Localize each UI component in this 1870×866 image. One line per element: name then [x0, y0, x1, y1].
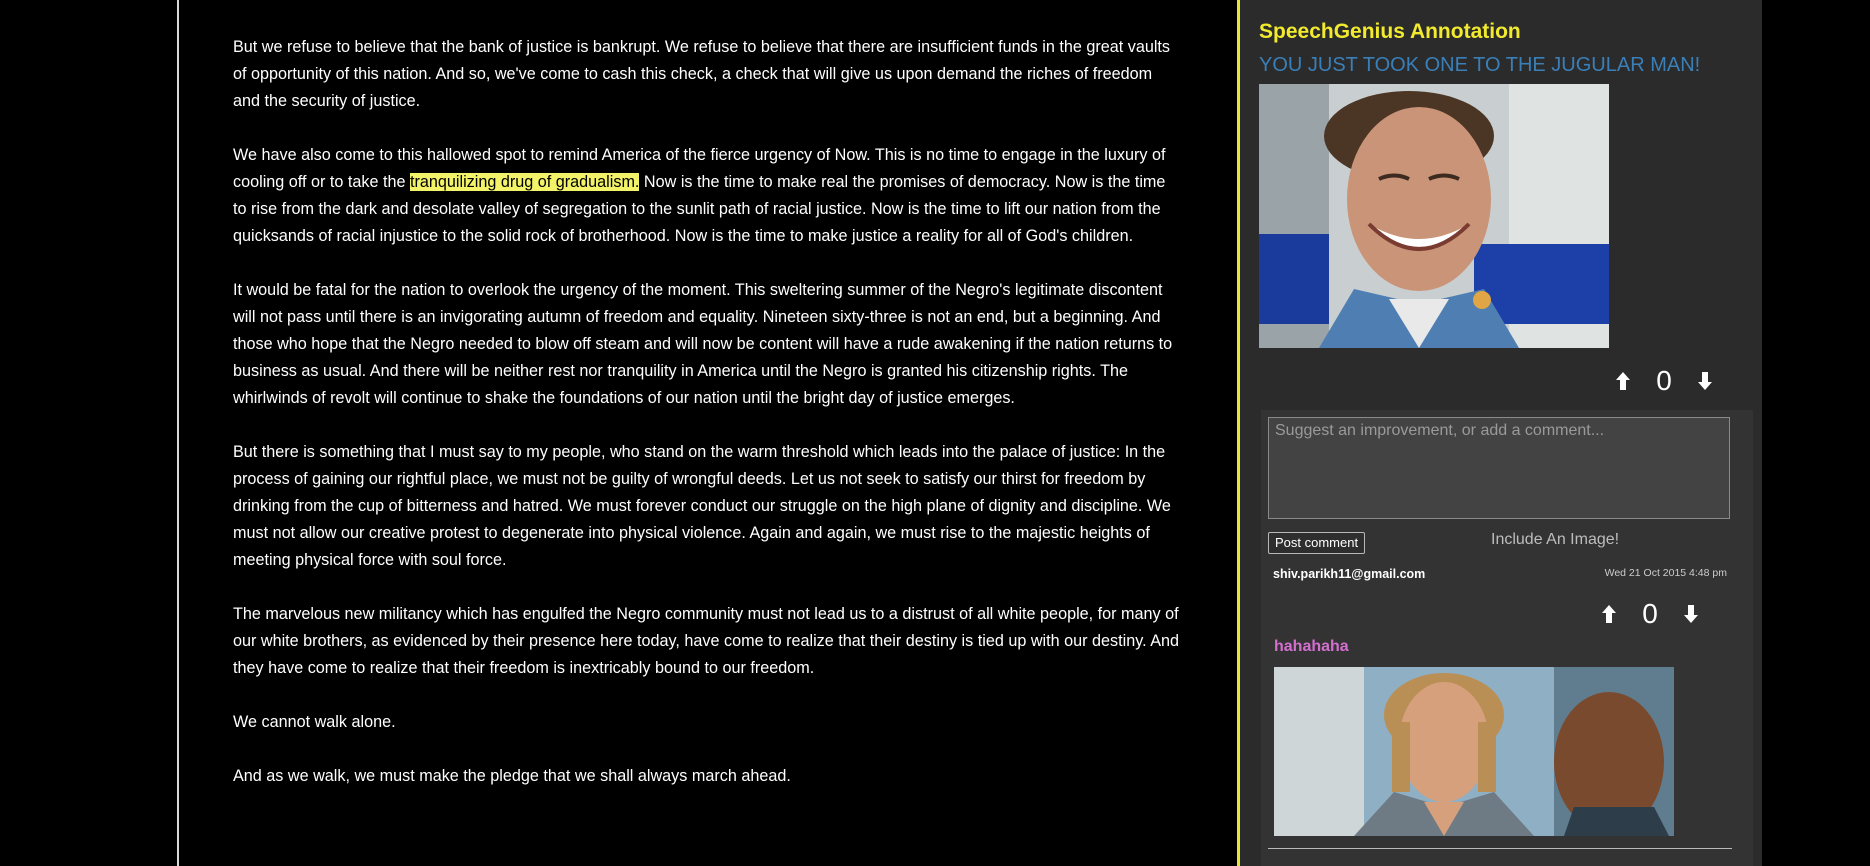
- comment-input[interactable]: [1268, 417, 1730, 519]
- post-comment-button[interactable]: Post comment: [1268, 532, 1366, 554]
- speech-paragraph: But there is something that I must say t…: [233, 443, 1171, 569]
- vote-count: 0: [1642, 598, 1658, 629]
- highlighted-annotated-phrase[interactable]: tranquilizing drug of gradualism.: [409, 173, 640, 191]
- comment-author: shiv.parikh11@gmail.com: [1273, 567, 1426, 581]
- comment-divider: [1268, 848, 1732, 849]
- annotation-title: SpeechGenius Annotation: [1259, 20, 1521, 43]
- annotation-vote-control: 0: [1612, 365, 1716, 397]
- comment-timestamp: Wed 21 Oct 2015 4:48 pm: [1604, 567, 1727, 579]
- include-image-link[interactable]: Include An Image!: [1491, 531, 1619, 549]
- speech-paragraph: But we refuse to believe that the bank o…: [233, 38, 1171, 110]
- laughing-man-photo: [1259, 84, 1609, 348]
- comment-text: hahahaha: [1274, 638, 1349, 655]
- speech-paragraph: We cannot walk alone.: [233, 713, 396, 731]
- mullet-man-photo: [1274, 667, 1674, 836]
- annotation-panel-border: [1237, 0, 1240, 866]
- upvote-arrow-icon[interactable]: [1598, 603, 1620, 625]
- vote-count: 0: [1656, 365, 1672, 396]
- speech-paragraph: The marvelous new militancy which has en…: [233, 605, 1179, 677]
- annotation-subtitle: YOU JUST TOOK ONE TO THE JUGULAR MAN!: [1259, 54, 1701, 76]
- speech-text: But we refuse to believe that the bank o…: [233, 34, 1183, 817]
- speech-paragraph: It would be fatal for the nation to over…: [233, 281, 1173, 407]
- upvote-arrow-icon[interactable]: [1612, 370, 1634, 392]
- comment-vote-control: 0: [1598, 598, 1702, 630]
- speech-paragraph: And as we walk, we must make the pledge …: [233, 767, 791, 785]
- downvote-arrow-icon[interactable]: [1694, 370, 1716, 392]
- downvote-arrow-icon[interactable]: [1680, 603, 1702, 625]
- speech-paragraph: We have also come to this hallowed spot …: [233, 142, 1183, 250]
- left-border-rule: [177, 0, 179, 866]
